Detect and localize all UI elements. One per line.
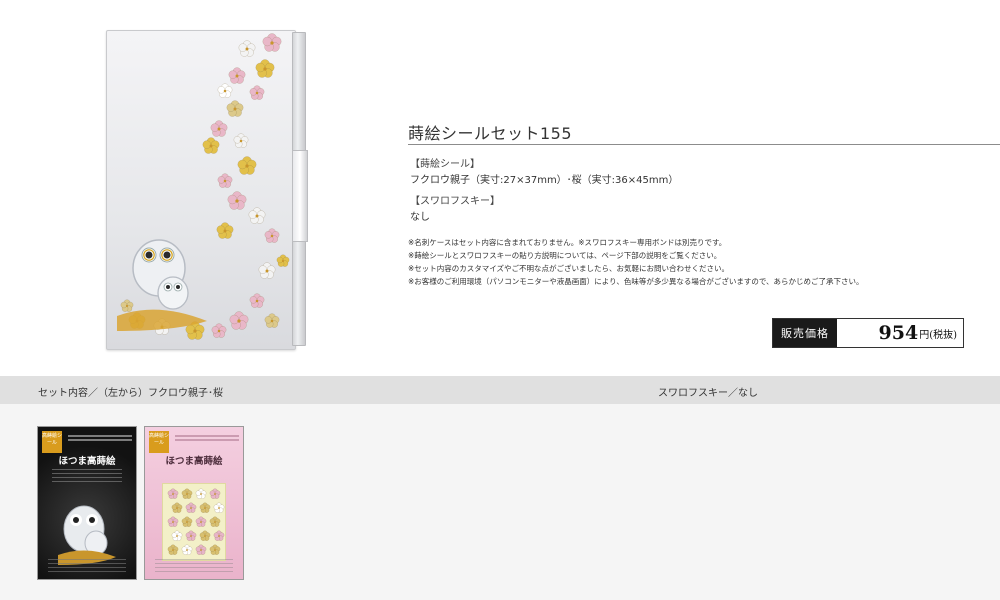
sakura-icon <box>237 156 257 175</box>
sakura-icon <box>209 544 221 555</box>
package-footer <box>48 559 126 573</box>
makie-decoration <box>117 33 290 340</box>
sakura-icon <box>249 293 265 308</box>
sakura-icon <box>181 516 193 527</box>
swarovski-text: なし <box>410 212 430 223</box>
sakura-icon <box>185 530 197 541</box>
owl-icon <box>117 239 207 331</box>
sakura-icon <box>171 502 183 513</box>
note-line: ※蒔絵シールとスワロフスキーの貼り方説明については、ページ下部の説明をご覧くださ… <box>408 251 722 260</box>
price-number: 954 <box>878 322 919 344</box>
makie-label: 【蒔絵シール】 <box>410 159 480 170</box>
sakura-icon <box>209 488 221 499</box>
title-divider <box>408 144 1000 145</box>
sakura-icon <box>195 544 207 555</box>
sakura-icon <box>167 488 179 499</box>
sakura-icon <box>264 228 280 243</box>
sakura-icon <box>211 323 227 338</box>
sakura-icon <box>181 488 193 499</box>
sakura-icon <box>199 530 211 541</box>
sakura-icon <box>185 502 197 513</box>
sakura-icon <box>120 299 134 312</box>
sakura-icon <box>181 544 193 555</box>
price-unit: 円 <box>919 329 930 341</box>
sakura-icon <box>195 488 207 499</box>
note-line: ※セット内容のカスタマイズやご不明な点がございましたら、お気軽にお問い合わせくだ… <box>408 264 730 273</box>
note-line: ※名刺ケースはセット内容に含まれておりません。※スワロフスキー専用ボンドは別売り… <box>408 238 727 247</box>
sakura-icon <box>264 313 280 328</box>
notes: ※名刺ケースはセット内容に含まれておりません。※スワロフスキー専用ボンドは別売り… <box>408 236 864 288</box>
product-title: 蒔絵シールセット155 <box>408 124 573 143</box>
product-image <box>106 30 308 350</box>
sakura-icon <box>227 191 247 210</box>
package-fineprint <box>175 433 239 443</box>
sakura-icon <box>167 516 179 527</box>
price-label: 販売価格 <box>773 319 837 347</box>
package-badge: 高蒔絵シール <box>149 431 169 453</box>
price-tax: (税抜) <box>929 329 957 341</box>
sakura-icon <box>216 222 234 239</box>
sakura-icon <box>276 254 290 267</box>
note-line: ※お客様のご利用環境（パソコンモニターや液晶画面）により、色味等が多少異なる場合… <box>408 277 864 286</box>
sakura-icon <box>258 262 276 279</box>
sakura-sheet <box>162 483 226 561</box>
package-title: ほつま高蒔絵 <box>165 456 223 467</box>
sakura-icon <box>233 133 249 148</box>
package-fineprint <box>68 433 132 443</box>
sakura-icon <box>213 502 225 513</box>
sakura-icon <box>229 311 249 330</box>
sakura-icon <box>226 100 244 117</box>
sakura-icon <box>210 120 228 137</box>
package-sakura: 高蒔絵シール ほつま高蒔絵 <box>144 426 244 580</box>
sakura-icon <box>248 207 266 224</box>
sakura-sticker-icon <box>167 488 225 555</box>
sakura-icon <box>202 137 220 154</box>
sakura-icon <box>255 59 275 78</box>
makie-text: フクロウ親子（実寸:27×37mm）･桜（実寸:36×45mm） <box>410 175 679 186</box>
sakura-icon <box>167 544 179 555</box>
package-badge: 高蒔絵シール <box>42 431 62 453</box>
package-footer <box>155 559 233 573</box>
package-owl: 高蒔絵シール ほつま高蒔絵 <box>37 426 137 580</box>
sakura-icon <box>262 33 282 52</box>
card-case <box>106 30 296 350</box>
card-case-clasp <box>292 150 308 242</box>
sakura-icon <box>217 83 233 98</box>
price-box: 販売価格 954 円 (税抜) <box>772 318 964 348</box>
swarovski-label: 【スワロフスキー】 <box>410 196 500 207</box>
sakura-icon <box>195 516 207 527</box>
sakura-icon <box>217 173 233 188</box>
sakura-icon <box>228 67 246 84</box>
sakura-icon <box>171 530 183 541</box>
price-value: 954 円 (税抜) <box>837 319 963 347</box>
sakura-icon <box>238 40 256 57</box>
sakura-icon <box>213 530 225 541</box>
sakura-icon <box>209 516 221 527</box>
sakura-icon <box>249 85 265 100</box>
sakura-icon <box>199 502 211 513</box>
swarovski-heading: スワロフスキー／なし <box>658 388 758 399</box>
package-description <box>52 469 122 483</box>
contents-heading: セット内容／（左から）フクロウ親子･桜 <box>38 388 223 399</box>
package-title: ほつま高蒔絵 <box>58 456 116 467</box>
